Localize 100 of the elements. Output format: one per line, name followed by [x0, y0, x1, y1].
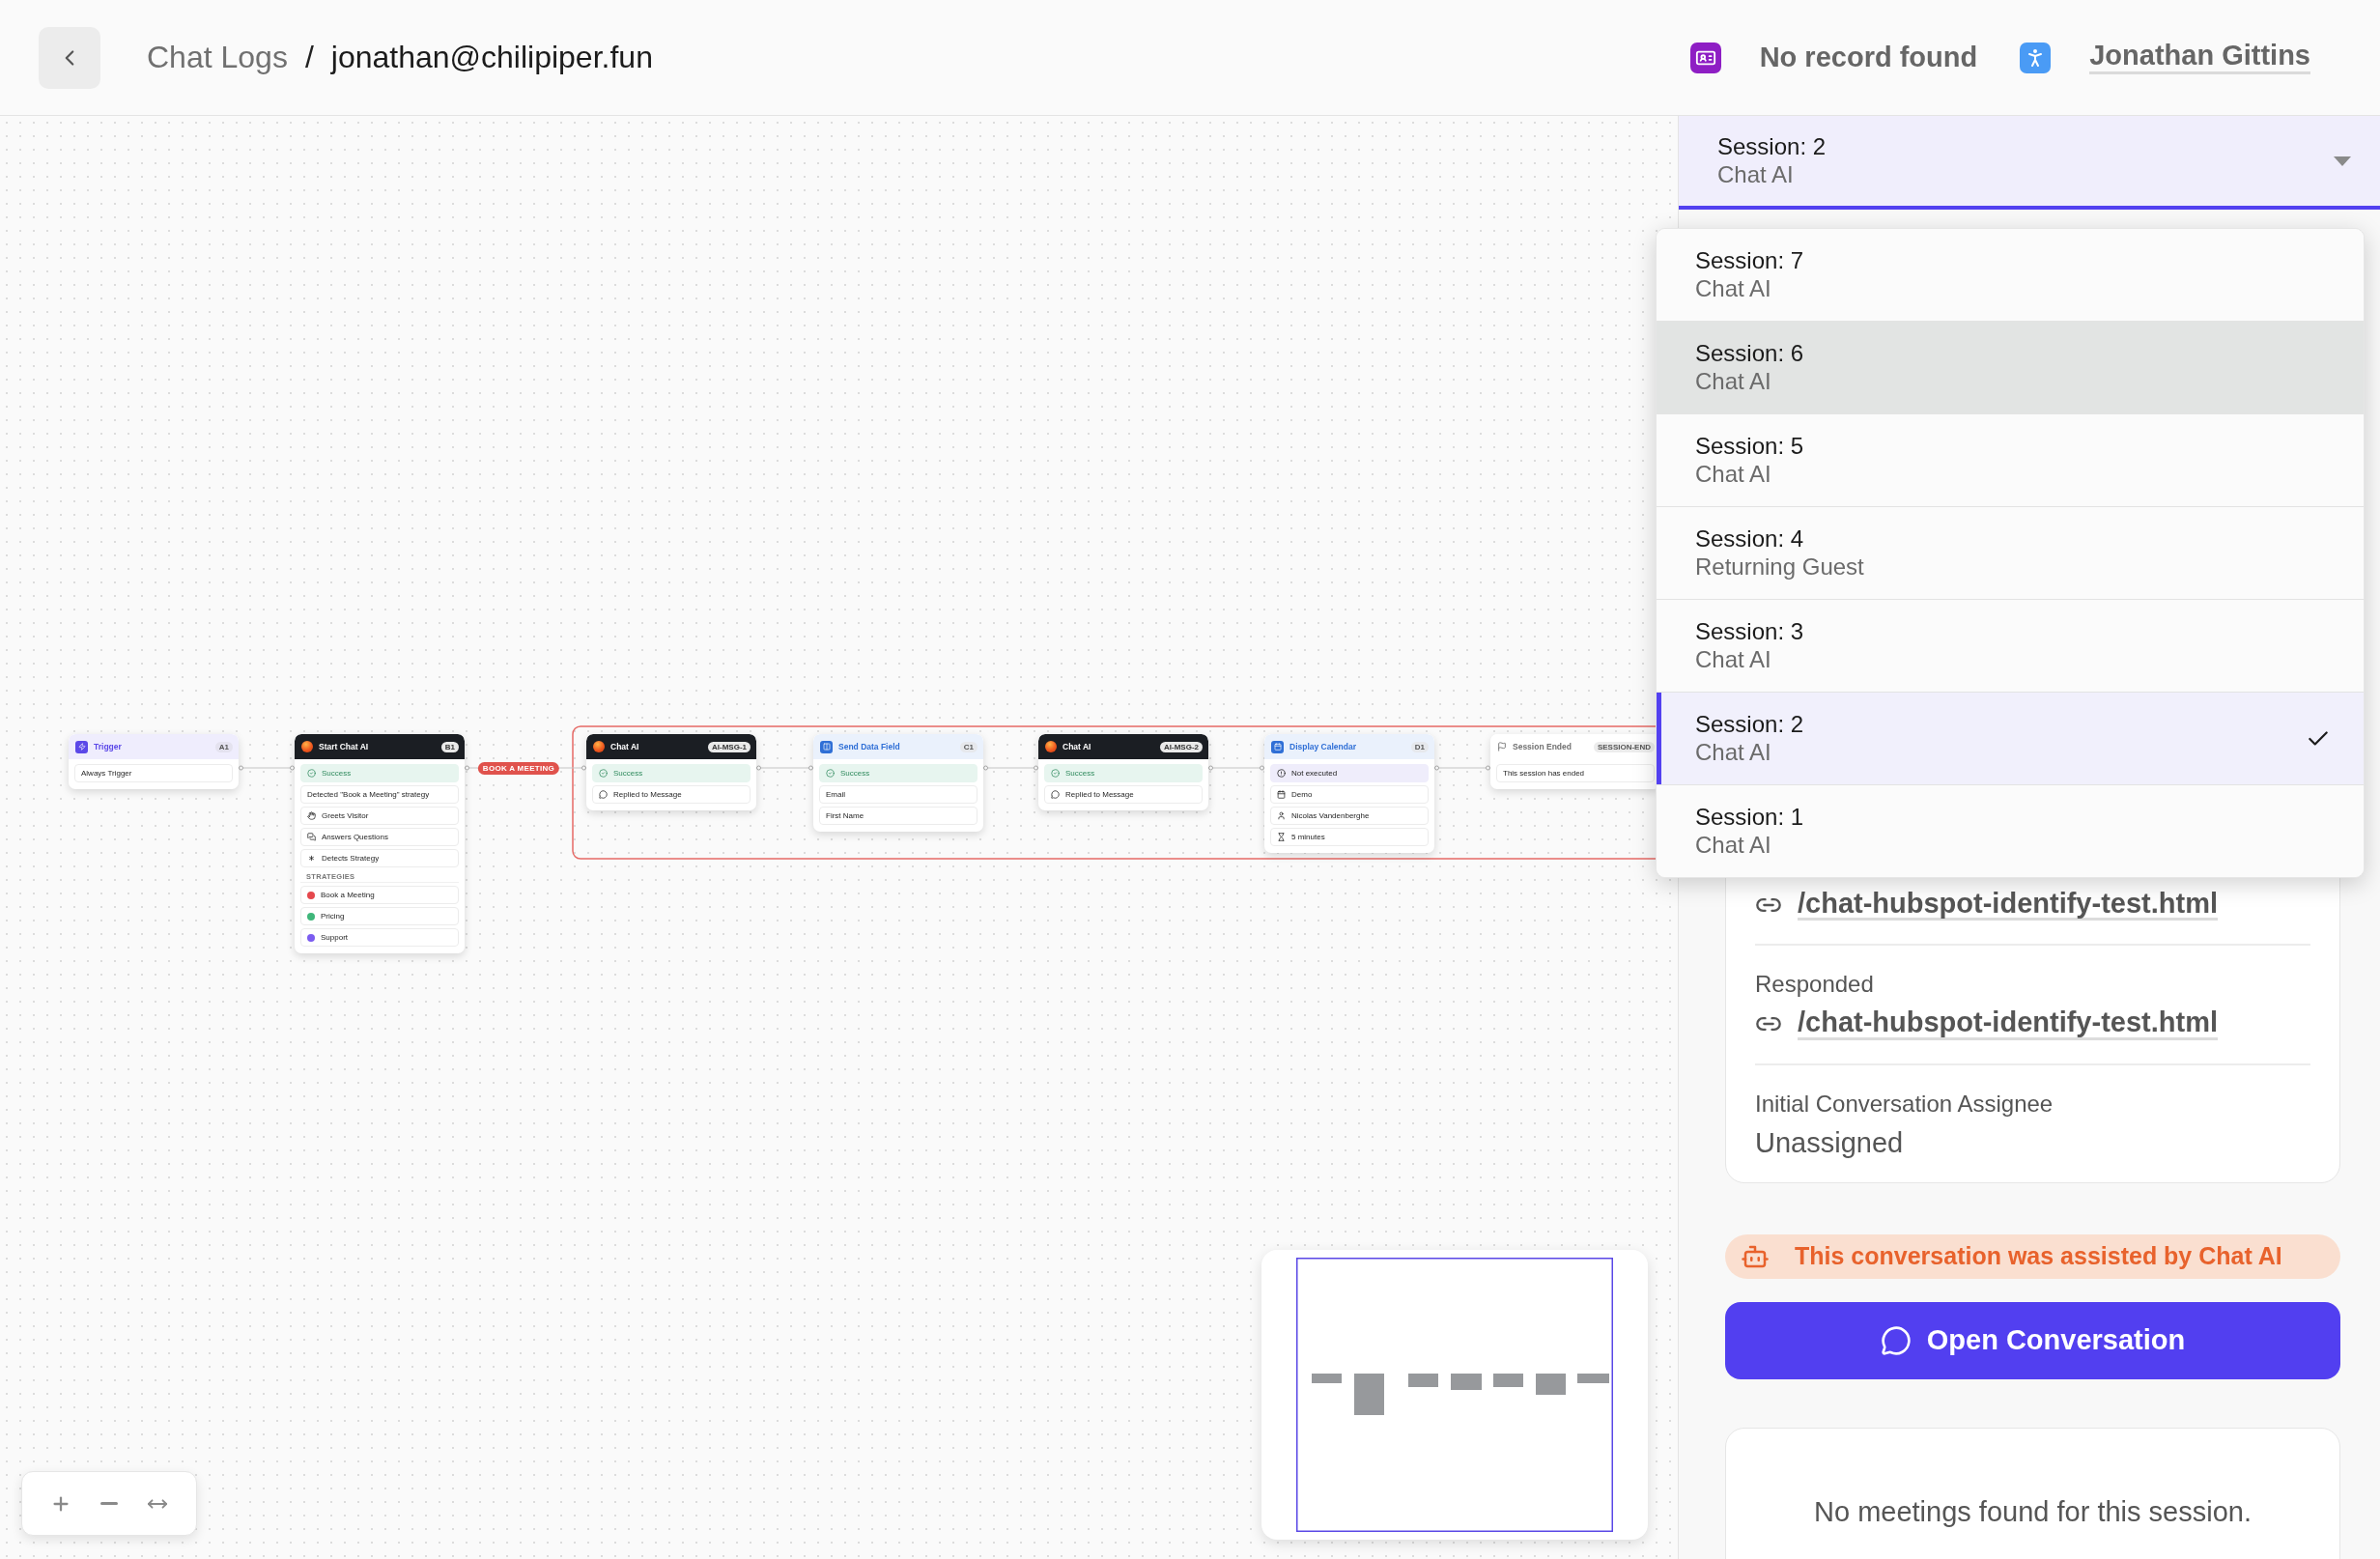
detail-label: Responded: [1755, 971, 1875, 999]
connector-line: [238, 765, 296, 771]
node-title: Chat AI: [1062, 742, 1092, 751]
detail-label: Initial Conversation Assignee: [1755, 1090, 2054, 1118]
session-option[interactable]: Session: 1 Chat AI: [1657, 785, 2364, 877]
session-source: Chat AI: [1695, 645, 1772, 674]
orb-icon: [301, 741, 313, 752]
node-row: This session has ended: [1496, 764, 1655, 782]
connector-line: [1433, 765, 1491, 771]
contact-link[interactable]: Jonathan Gittins: [2089, 41, 2310, 74]
node-id: SESSION-END: [1593, 741, 1655, 752]
node-id: B1: [440, 741, 459, 752]
node-row: First Name: [819, 807, 978, 825]
person-icon: [2020, 42, 2052, 73]
flow-node[interactable]: Chat AI AI-MSG-1 Success Replied to Message: [586, 734, 756, 810]
record-status: No record found: [1759, 42, 1978, 73]
row-label: 5 minutes: [1291, 833, 1325, 841]
chat-bubble-icon: [599, 790, 608, 799]
hand-icon: [307, 811, 316, 820]
flow-node[interactable]: Trigger A1 Always Trigger: [69, 734, 239, 789]
session-number: Session: 7: [1695, 246, 1805, 275]
node-title: Session Ended: [1513, 742, 1572, 751]
success-icon: [1051, 769, 1060, 778]
row-label: Demo: [1291, 790, 1313, 799]
session-option[interactable]: Session: 5 Chat AI: [1657, 414, 2364, 506]
session-source: Chat AI: [1695, 460, 1772, 489]
session-option[interactable]: Session: 6 Chat AI: [1657, 322, 2364, 413]
strategy-label: Pricing: [321, 912, 345, 921]
session-number: Session: 2: [1717, 132, 1828, 161]
node-title: Trigger: [94, 742, 123, 751]
minimap[interactable]: [1261, 1250, 1648, 1540]
node-title: Display Calendar: [1289, 742, 1357, 751]
strategy-label: Support: [321, 933, 349, 942]
asterisk-icon: [307, 854, 316, 863]
session-option[interactable]: Session: 2 Chat AI: [1657, 693, 2364, 784]
session-select[interactable]: Session: 2 Chat AI: [1679, 116, 2380, 210]
success-icon: [599, 769, 608, 778]
row-label: Nicolas Vandenberghe: [1291, 811, 1370, 820]
row-label: Replied to Message: [1065, 790, 1134, 799]
calendar-icon: [1277, 790, 1286, 799]
chat-bubble-icon: [1880, 1324, 1912, 1356]
minus-icon: [100, 1502, 118, 1505]
node-title: Start Chat AI: [319, 742, 370, 751]
detail-value: Unassigned: [1755, 1126, 1905, 1159]
row-label: Success: [1065, 769, 1095, 778]
session-source: Chat AI: [1695, 831, 1772, 860]
node-row: Detected "Book a Meeting" strategy: [300, 785, 459, 804]
session-option[interactable]: Session: 3 Chat AI: [1657, 600, 2364, 692]
hourglass-icon: [1277, 833, 1286, 841]
row-label: Success: [322, 769, 352, 778]
row-label: Greets Visitor: [322, 811, 369, 820]
chat-bubbles-icon: [307, 833, 316, 841]
session-source: Chat AI: [1717, 160, 1795, 189]
node-row: Email: [819, 785, 978, 804]
person-icon: [1277, 811, 1286, 820]
row-label: Answers Questions: [322, 833, 388, 841]
node-id: D1: [1410, 741, 1429, 752]
session-source: Chat AI: [1695, 274, 1772, 303]
page-link[interactable]: /chat-hubspot-identify-test.html: [1798, 1007, 2218, 1040]
page-link[interactable]: /chat-hubspot-identify-test.html: [1798, 889, 2218, 921]
session-number: Session: 2: [1695, 710, 1805, 739]
alert-icon: [1277, 769, 1286, 778]
id-card-icon: [1689, 42, 1721, 73]
breadcrumb-separator: /: [304, 40, 314, 75]
row-label: Detects Strategy: [322, 854, 380, 863]
edge-label: BOOK A MEETING: [477, 762, 560, 775]
session-source: Chat AI: [1695, 367, 1772, 396]
breadcrumb-link[interactable]: Chat Logs: [147, 40, 288, 75]
flow-node[interactable]: Send Data Field C1 Success Email First Name: [813, 734, 983, 832]
flag-icon: [1497, 742, 1507, 751]
session-number: Session: 1: [1695, 803, 1805, 832]
node-id: AI-MSG-1: [708, 741, 751, 752]
chat-bubble-icon: [1051, 790, 1060, 799]
node-title: Send Data Field: [838, 742, 901, 751]
orb-icon: [593, 741, 605, 752]
flow-node[interactable]: Display Calendar D1 Not executed Demo Nicolas Vandenberghe 5 minutes: [1264, 734, 1434, 853]
node-row: Always Trigger: [74, 764, 233, 782]
row-label: Success: [613, 769, 643, 778]
session-number: Session: 3: [1695, 617, 1805, 646]
session-number: Session: 5: [1695, 432, 1805, 461]
success-icon: [307, 769, 316, 778]
node-id: A1: [214, 741, 233, 752]
session-option[interactable]: Session: 4 Returning Guest: [1657, 507, 2364, 599]
node-id: AI-MSG-2: [1160, 741, 1203, 752]
strategy-label: Book a Meeting: [321, 891, 375, 899]
breadcrumb-current: jonathan@chilipiper.fun: [330, 40, 653, 75]
open-conversation-button[interactable]: Open Conversation: [1725, 1301, 2340, 1379]
banner-text: This conversation was assisted by Chat AI: [1795, 1242, 2282, 1271]
row-label: Success: [840, 769, 870, 778]
empty-message: No meetings found for this session.: [1814, 1495, 2252, 1529]
caret-icon: [2334, 156, 2351, 166]
session-option[interactable]: Session: 7 Chat AI: [1657, 229, 2364, 321]
session-source: Returning Guest: [1695, 553, 1865, 581]
session-source: Chat AI: [1695, 738, 1772, 767]
calendar-icon: [1271, 740, 1284, 753]
connector-line: [982, 765, 1039, 771]
session-number: Session: 4: [1695, 524, 1805, 553]
orb-icon: [1045, 741, 1057, 752]
connector-line: [755, 765, 814, 771]
flow-node[interactable]: Chat AI AI-MSG-2 Success Replied to Message: [1038, 734, 1208, 810]
